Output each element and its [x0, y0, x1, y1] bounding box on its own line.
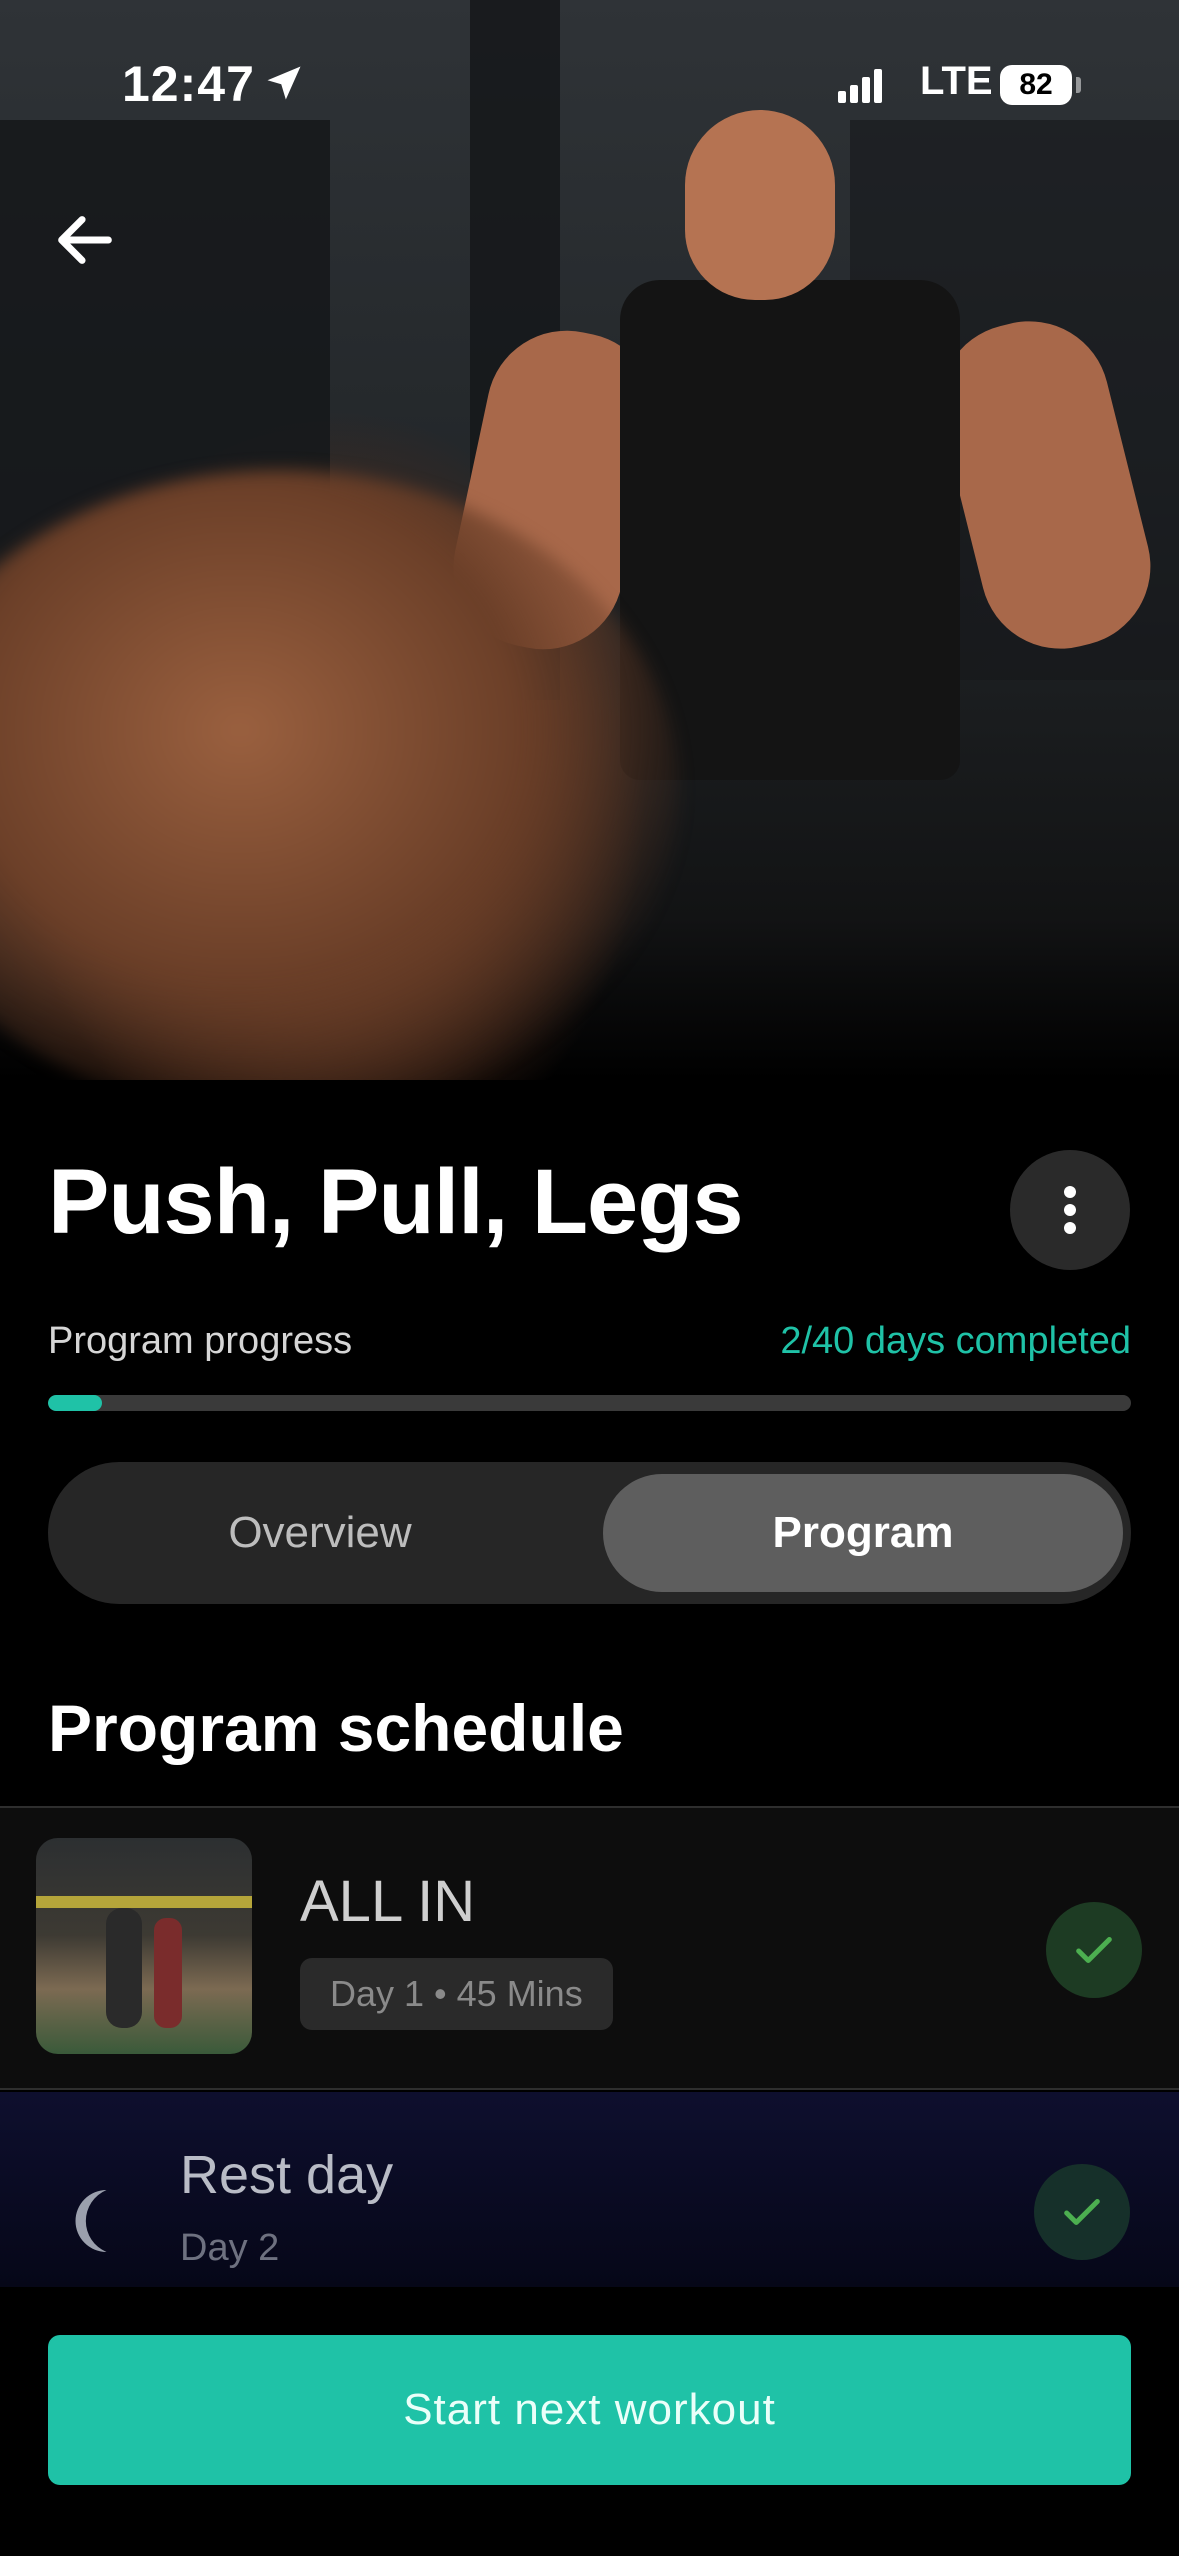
location-arrow-icon [267, 66, 301, 100]
athlete-head [685, 110, 835, 300]
progress-bar-fill [48, 1395, 103, 1411]
schedule-title: Program schedule [48, 1691, 624, 1765]
cellular-signal-icon [838, 69, 886, 103]
hero-image [0, 0, 1179, 1080]
battery-icon [1076, 77, 1081, 93]
workout-name: ALL IN [300, 1869, 476, 1934]
tab-overview[interactable]: Overview [60, 1474, 580, 1592]
status-bar: 12:47 LTE 82 [0, 55, 1179, 115]
program-title: Push, Pull, Legs [48, 1151, 744, 1253]
progress-bar [48, 1395, 1131, 1411]
status-time: 12:47 [122, 56, 255, 112]
start-next-workout-button[interactable]: Start next workout [48, 2335, 1131, 2485]
completed-check [1034, 2164, 1130, 2260]
check-icon [1064, 2198, 1100, 2226]
network-type: LTE [920, 59, 993, 103]
schedule-item-workout[interactable]: ALL IN Day 1 • 45 Mins [0, 1806, 1179, 2090]
more-options-button[interactable] [1010, 1150, 1130, 1270]
battery-level: 82 [1000, 65, 1072, 105]
schedule-item-rest-day[interactable]: Rest day Day 2 [0, 2092, 1179, 2287]
progress-label: Program progress [48, 1320, 353, 1362]
bottom-action-bar: Start next workout [0, 2287, 1179, 2556]
rest-day-name: Rest day [180, 2145, 394, 2205]
athlete-torso [620, 280, 960, 780]
back-arrow-icon[interactable] [50, 205, 120, 275]
workout-thumbnail [36, 1838, 252, 2054]
rest-day-meta: Day 2 [180, 2227, 280, 2269]
moon-icon [75, 2190, 107, 2252]
completed-check [1046, 1902, 1142, 1998]
workout-meta: Day 1 • 45 Mins [300, 1958, 613, 2030]
tab-program[interactable]: Program [603, 1474, 1123, 1592]
more-vertical-icon [1064, 1186, 1076, 1234]
progress-value: 2/40 days completed [780, 1320, 1131, 1362]
check-icon [1076, 1936, 1112, 1964]
view-switcher: Overview Program [48, 1462, 1131, 1604]
